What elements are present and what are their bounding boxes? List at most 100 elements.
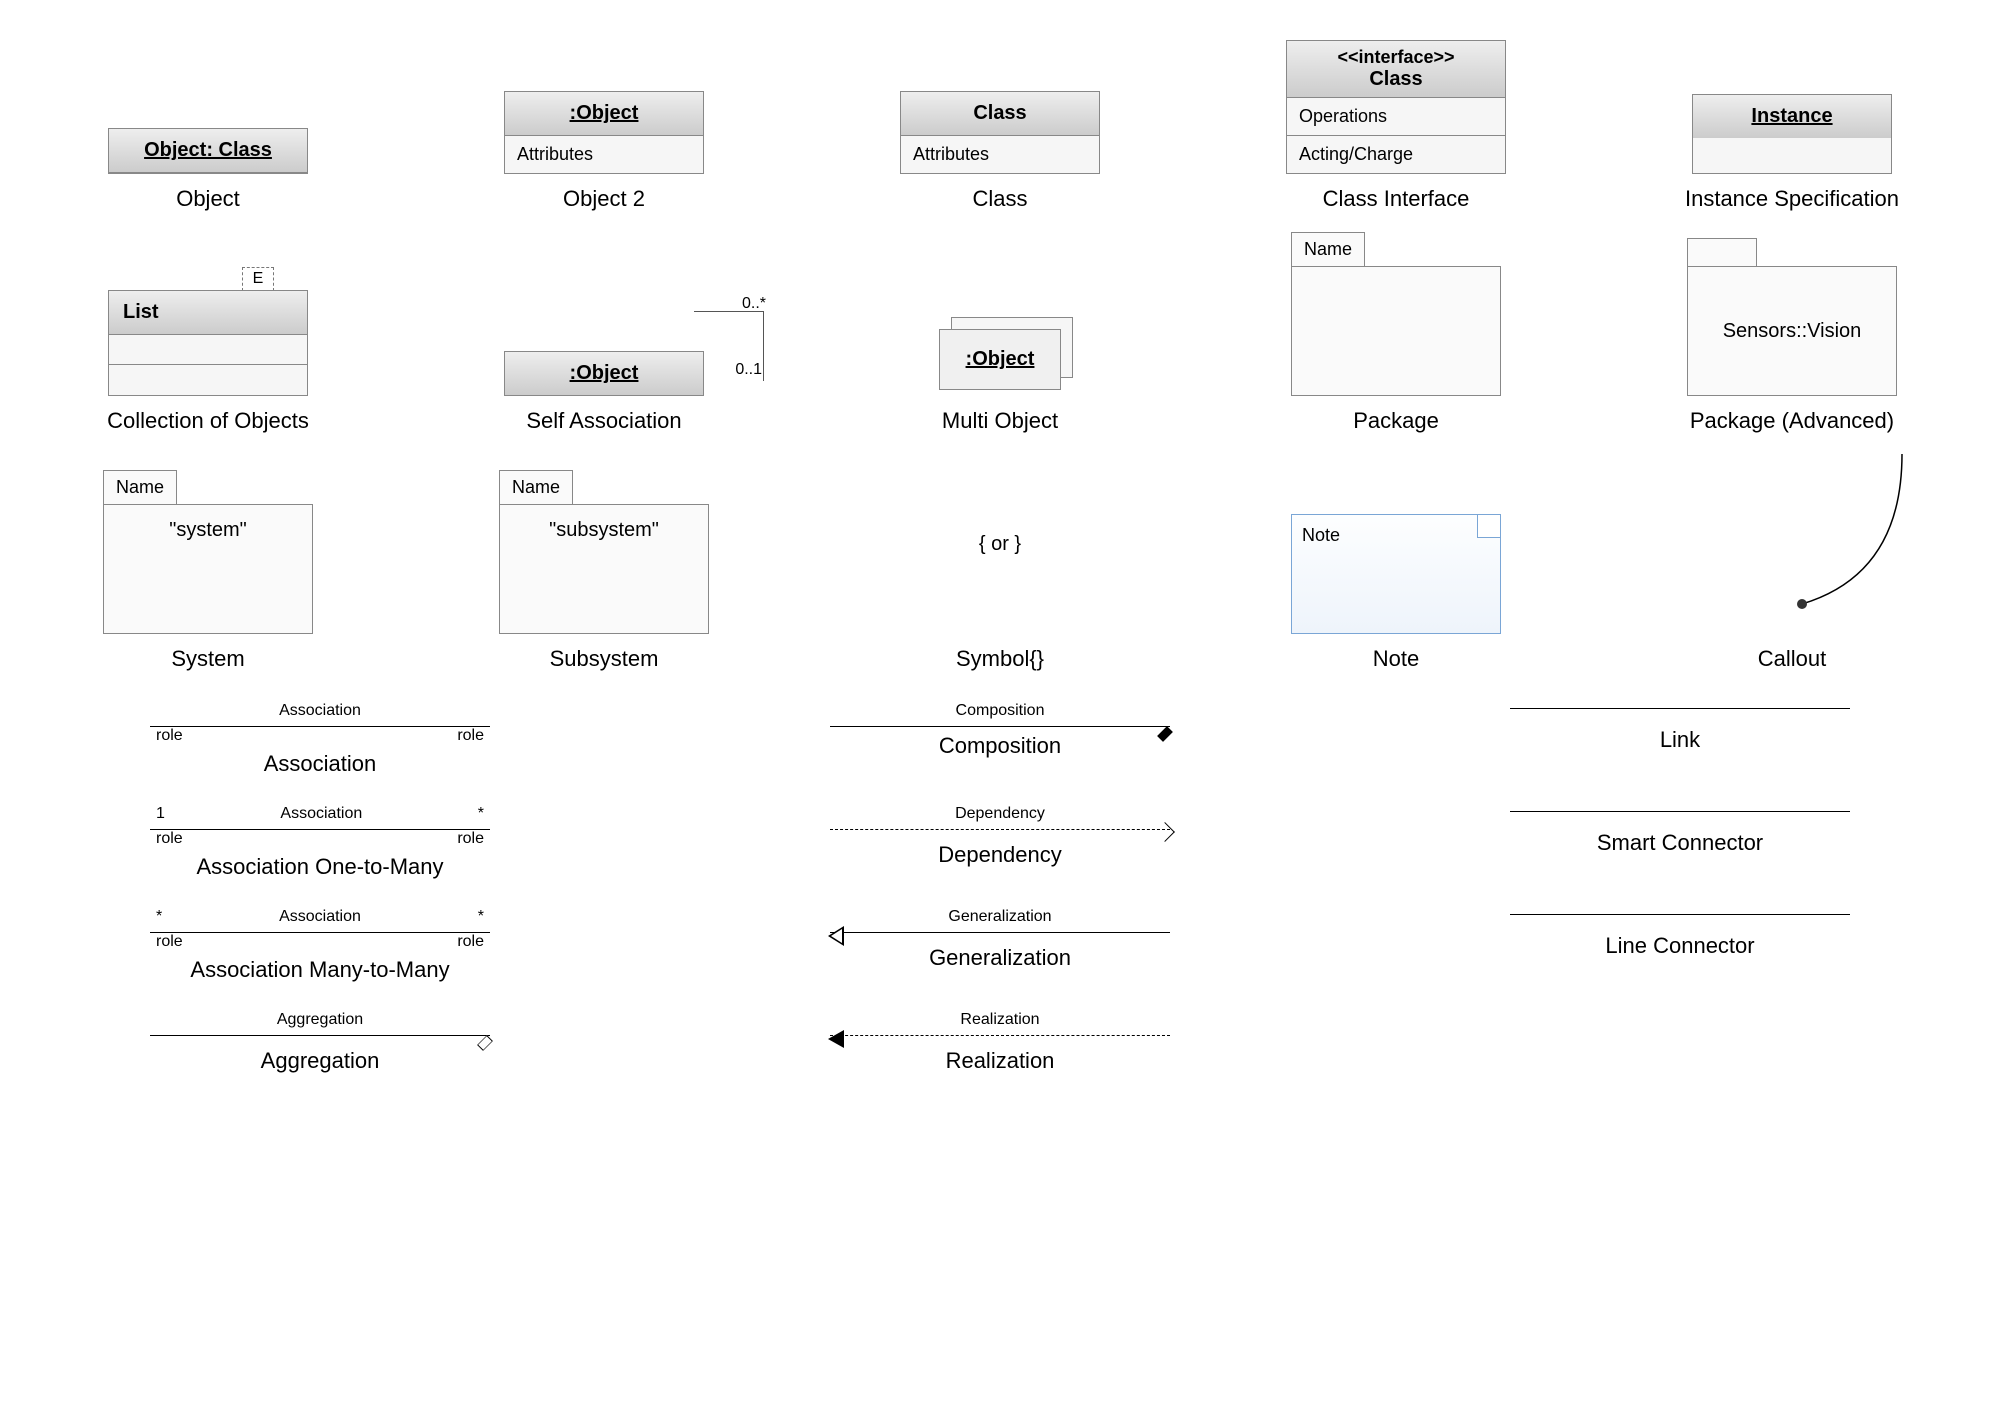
shape-class-interface[interactable]: <<interface>> Class Operations Acting/Ch… [1228, 40, 1564, 212]
caption-gen: Generalization [720, 945, 1280, 971]
class-header: Class [901, 92, 1099, 136]
connector-assoc-mm[interactable]: * Association * role role Association Ma… [40, 908, 600, 983]
shape-package-advanced[interactable]: Sensors::Vision Package (Advanced) [1624, 232, 1960, 434]
system-tab: Name [103, 470, 177, 504]
comp-top: Composition [830, 702, 1170, 720]
assoc-top: Association [150, 702, 490, 720]
connector-link[interactable]: Link [1400, 702, 1960, 777]
amm-l1: * [156, 908, 162, 926]
selfassoc-m1: 0..* [742, 295, 766, 313]
multi-header: :Object [939, 329, 1062, 390]
connector-smart[interactable]: Smart Connector [1400, 805, 1960, 880]
a1m-l1: 1 [156, 805, 165, 823]
amm-l2: role [156, 933, 183, 951]
caption-smart: Smart Connector [1400, 830, 1960, 856]
shape-collection[interactable]: E List Collection of Objects [40, 232, 376, 434]
caption-symbol: Symbol{} [956, 646, 1044, 672]
interface-charge: Acting/Charge [1287, 136, 1505, 173]
caption-subsystem: Subsystem [550, 646, 659, 672]
selfassoc-header: :Object [505, 352, 703, 395]
connector-realization[interactable]: Realization Realization [720, 1011, 1280, 1074]
real-top: Realization [830, 1011, 1170, 1029]
subsystem-body: "subsystem" [499, 504, 709, 634]
caption-line: Line Connector [1400, 933, 1960, 959]
connector-generalization[interactable]: Generalization Generalization [720, 908, 1280, 983]
a1m-r2: role [457, 830, 484, 848]
caption-class: Class [972, 186, 1027, 212]
instance-header: Instance [1693, 95, 1891, 138]
gen-top: Generalization [830, 908, 1170, 926]
connector-line[interactable]: Line Connector [1400, 908, 1960, 983]
object2-attr: Attributes [505, 136, 703, 173]
callout-curve [1792, 454, 1912, 614]
connector-aggregation[interactable]: Aggregation Aggregation [40, 1011, 600, 1074]
connector-composition[interactable]: Composition Composition [720, 702, 1280, 777]
amm-r2: role [457, 933, 484, 951]
object2-header: :Object [505, 92, 703, 136]
caption-dep: Dependency [720, 842, 1280, 868]
shape-note[interactable]: Note Note [1228, 454, 1564, 672]
caption-package: Package [1353, 408, 1439, 434]
note-body: Note [1291, 514, 1501, 634]
interface-op: Operations [1287, 98, 1505, 136]
shape-system[interactable]: Name "system" System [40, 454, 376, 672]
package2-tab [1687, 238, 1757, 266]
caption-object2: Object 2 [563, 186, 645, 212]
symbol-text: { or } [979, 533, 1021, 556]
shape-instance[interactable]: Instance Instance Specification [1624, 40, 1960, 212]
class-attr: Attributes [901, 136, 1099, 173]
assoc-role-l: role [156, 727, 183, 745]
subsystem-tab: Name [499, 470, 573, 504]
caption-object: Object [176, 186, 240, 212]
open-arrow-icon [1155, 822, 1175, 842]
interface-name: Class [1301, 68, 1491, 91]
agg-top: Aggregation [150, 1011, 490, 1029]
a1m-mid: Association [280, 805, 362, 823]
caption-package2: Package (Advanced) [1690, 408, 1894, 434]
caption-system: System [171, 646, 244, 672]
shape-object2[interactable]: :Object Attributes Object 2 [436, 40, 772, 212]
shape-callout[interactable]: Callout [1624, 454, 1960, 672]
a1m-l2: role [156, 830, 183, 848]
shape-subsystem[interactable]: Name "subsystem" Subsystem [436, 454, 772, 672]
system-body: "system" [103, 504, 313, 634]
package2-body: Sensors::Vision [1687, 266, 1897, 396]
amm-mid: Association [279, 908, 361, 926]
shape-self-association[interactable]: :Object 0..* 0..1 Self Association [436, 232, 772, 434]
caption-callout: Callout [1758, 646, 1826, 672]
selfassoc-m2: 0..1 [735, 361, 762, 379]
collection-tag: E [242, 267, 275, 291]
connector-assoc-1m[interactable]: 1 Association * role role Association On… [40, 805, 600, 880]
caption-instance: Instance Specification [1685, 186, 1899, 212]
connector-dependency[interactable]: Dependency Dependency [720, 805, 1280, 880]
shape-symbol[interactable]: { or } Symbol{} [832, 454, 1168, 672]
note-text: Note [1302, 525, 1340, 545]
caption-real: Realization [720, 1048, 1280, 1074]
caption-multi: Multi Object [942, 408, 1058, 434]
shape-multi-object[interactable]: :Object Multi Object [832, 232, 1168, 434]
interface-stereo: <<interface>> [1301, 47, 1491, 68]
amm-r1: * [478, 908, 484, 926]
a1m-r1: * [478, 805, 484, 823]
caption-comp: Composition [720, 733, 1280, 759]
caption-link: Link [1400, 727, 1960, 753]
triangle-open-icon [828, 926, 844, 946]
shape-class[interactable]: Class Attributes Class [832, 40, 1168, 212]
caption-amm: Association Many-to-Many [40, 957, 600, 983]
dep-top: Dependency [830, 805, 1170, 823]
package-tab: Name [1291, 232, 1365, 266]
arrow-left-icon [828, 1030, 844, 1048]
caption-interface: Class Interface [1323, 186, 1470, 212]
caption-assoc: Association [40, 751, 600, 777]
caption-agg: Aggregation [40, 1048, 600, 1074]
connector-association[interactable]: Association role role Association [40, 702, 600, 777]
shape-object[interactable]: Object: Class Object [40, 40, 376, 212]
caption-collection: Collection of Objects [107, 408, 309, 434]
collection-header: List [109, 291, 307, 335]
assoc-role-r: role [457, 727, 484, 745]
shape-package[interactable]: Name Package [1228, 232, 1564, 434]
caption-note: Note [1373, 646, 1419, 672]
caption-a1m: Association One-to-Many [40, 854, 600, 880]
object-header: Object: Class [109, 129, 307, 173]
caption-selfassoc: Self Association [526, 408, 681, 434]
